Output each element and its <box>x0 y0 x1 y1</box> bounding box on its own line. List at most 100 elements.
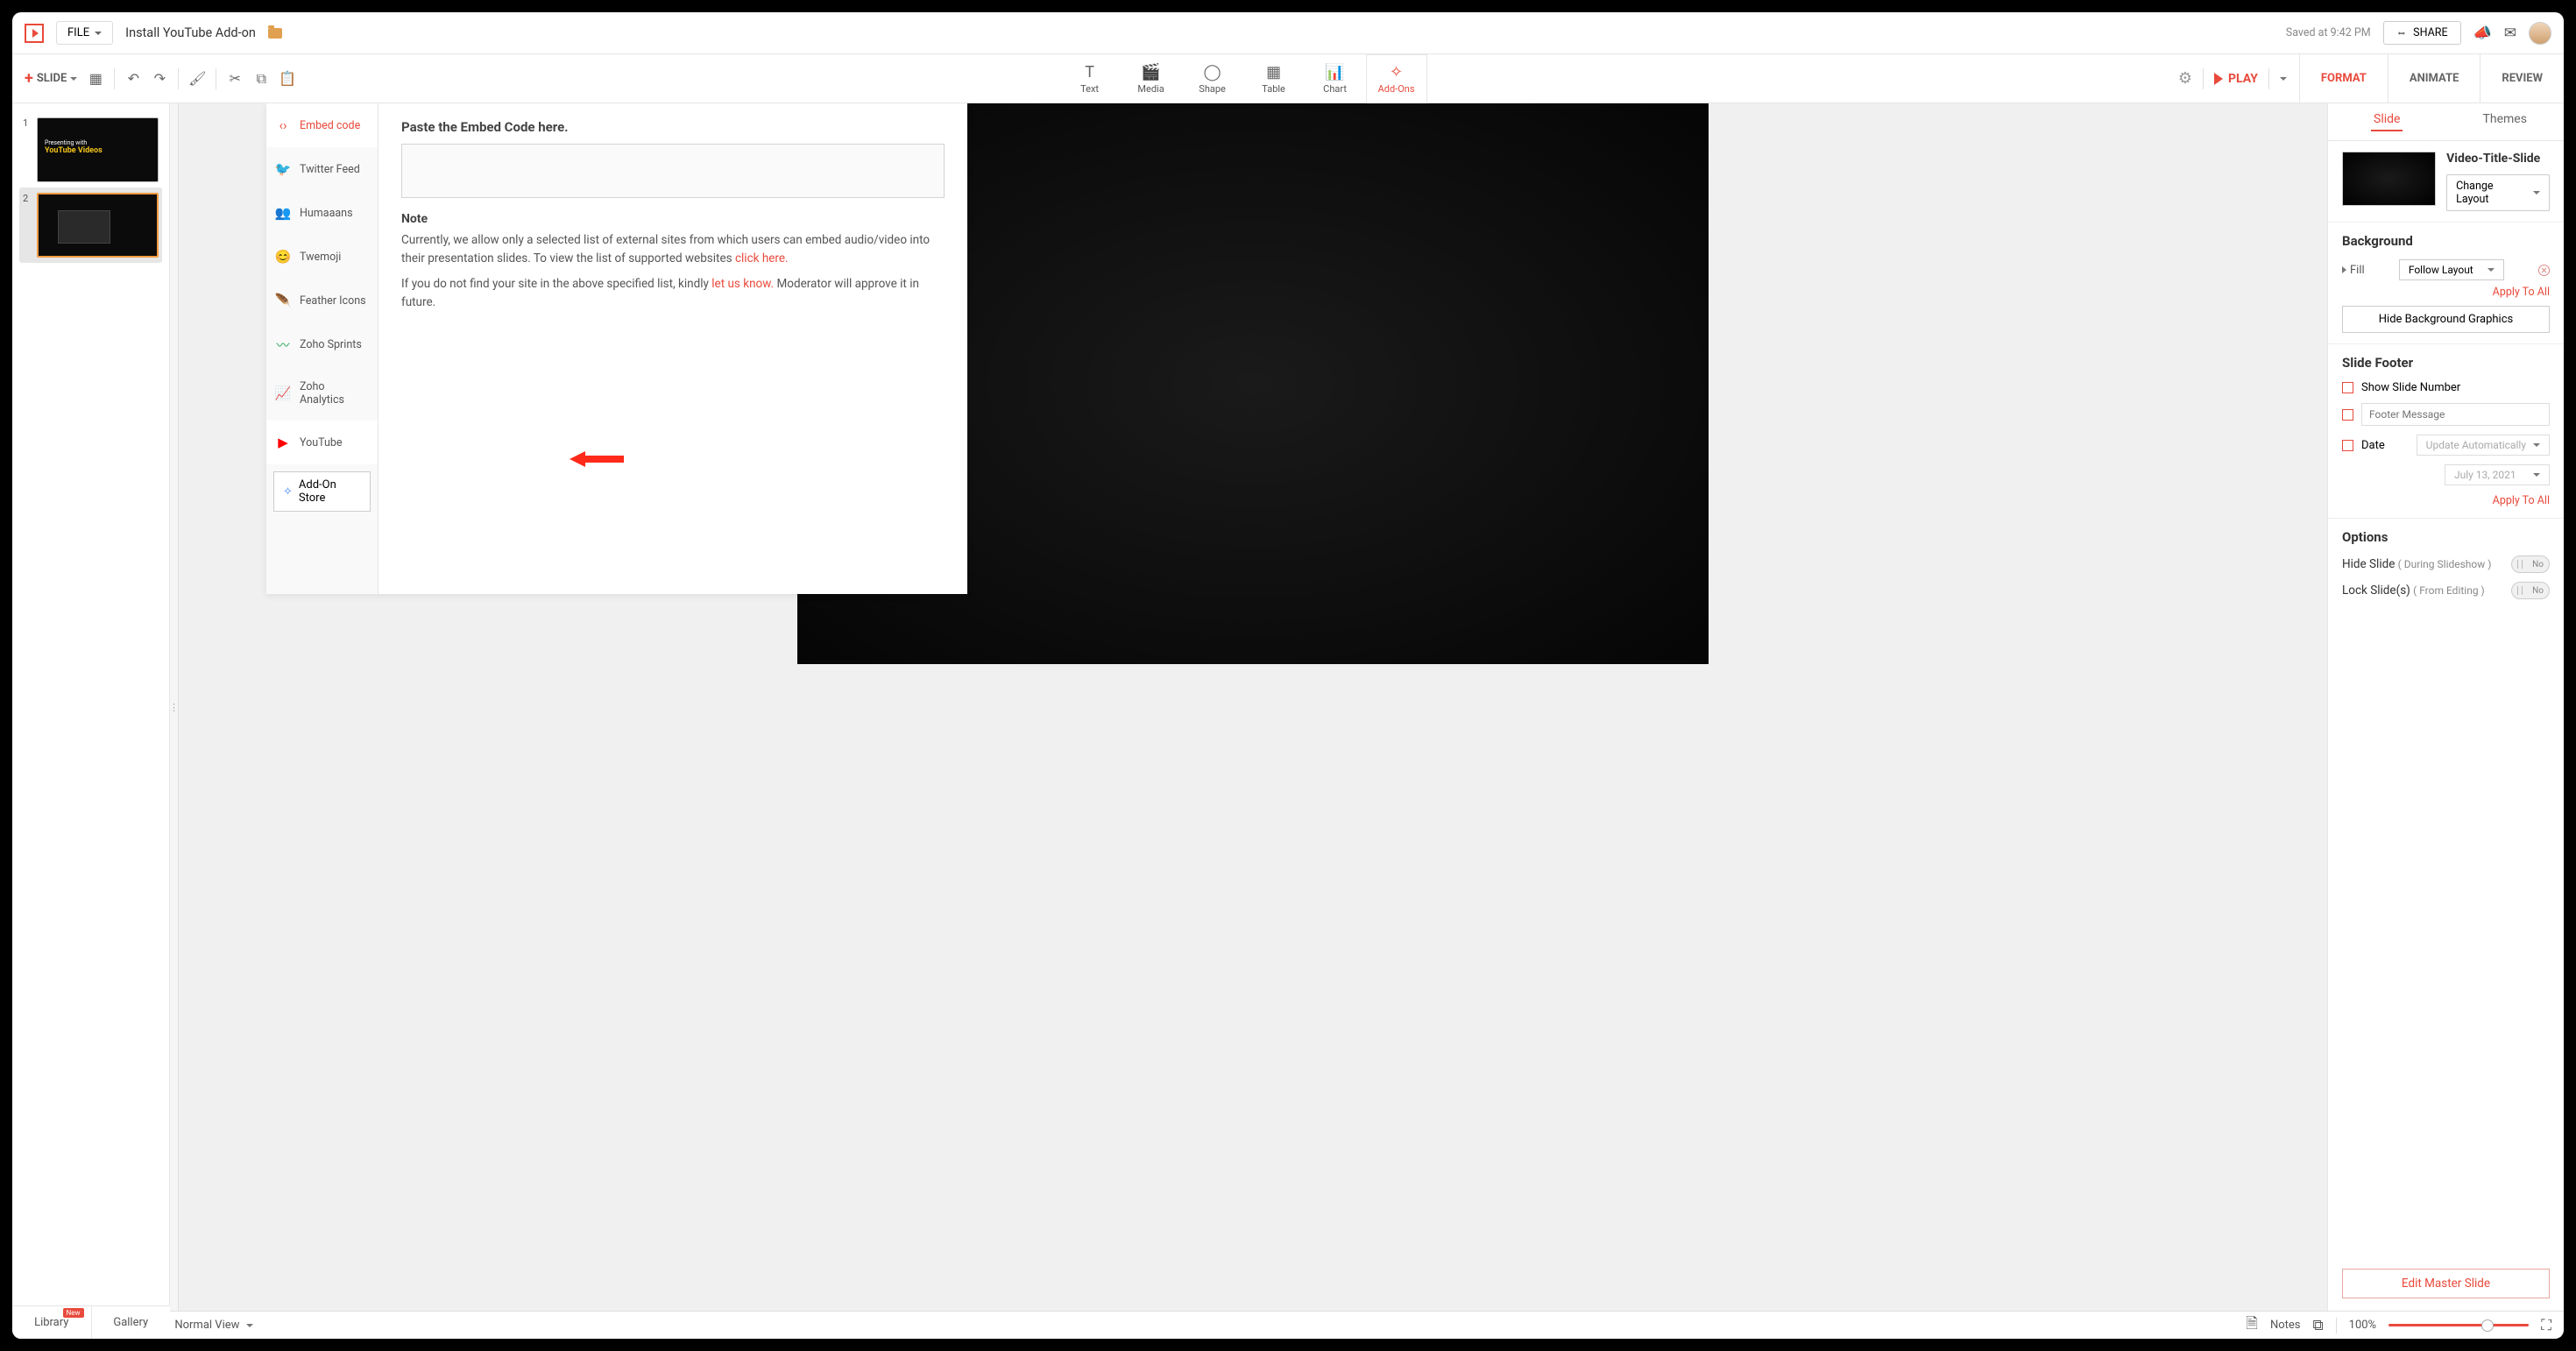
ribbon-table[interactable]: ▦Table <box>1243 54 1305 103</box>
fill-select[interactable]: Follow Layout <box>2399 259 2504 280</box>
change-layout-button[interactable]: Change Layout <box>2446 174 2550 211</box>
mail-icon[interactable]: ✉ <box>2504 25 2516 42</box>
addon-analytics[interactable]: 📈Zoho Analytics <box>266 366 378 421</box>
embed-heading: Paste the Embed Code here. <box>401 119 945 135</box>
ribbon-chart[interactable]: 📊Chart <box>1305 54 1366 103</box>
hide-bg-graphics-button[interactable]: Hide Background Graphics <box>2342 306 2550 333</box>
view-mode-select[interactable]: ▦Normal View <box>157 1319 253 1332</box>
addon-twemoji[interactable]: 😊Twemoji <box>266 235 378 279</box>
note-paragraph-1: Currently, we allow only a selected list… <box>401 231 945 268</box>
chevron-down-icon <box>2533 191 2540 195</box>
format-painter-icon[interactable]: 🖌 <box>189 71 205 87</box>
lock-slide-toggle[interactable]: No <box>2511 582 2550 599</box>
date-value-select: July 13, 2021 <box>2445 464 2550 485</box>
paste-icon[interactable]: 📋 <box>280 71 295 87</box>
addon-youtube[interactable]: ▶YouTube <box>266 421 378 464</box>
feather-icon: 🪶 <box>275 293 291 308</box>
chevron-down-icon <box>70 77 77 81</box>
play-dropdown-icon[interactable] <box>2280 77 2287 81</box>
shape-icon: ◯ <box>1204 63 1221 81</box>
layout-icon[interactable]: ▦ <box>88 71 103 87</box>
addon-twitter[interactable]: 🐦Twitter Feed <box>266 147 378 191</box>
slide-thumbnails: 1 Presenting withYouTube Videos 2 Librar… <box>12 103 170 1311</box>
slide-preview <box>2342 152 2436 206</box>
fit-screen-icon[interactable]: ⛶ <box>2541 1317 2551 1334</box>
addon-humaaans[interactable]: 👥Humaaans <box>266 191 378 235</box>
text-icon: T <box>1085 63 1094 81</box>
puzzle-icon: ✧ <box>1390 63 1403 81</box>
triangle-right-icon <box>2342 266 2346 273</box>
puzzle-icon: ✧ <box>283 485 293 499</box>
redo-icon[interactable]: ↷ <box>152 71 167 87</box>
document-title: Install YouTube Add-on <box>125 25 256 40</box>
addon-sprints[interactable]: 〰Zoho Sprints <box>266 322 378 366</box>
saved-status: Saved at 9:42 PM <box>2286 26 2371 39</box>
background-heading: Background <box>2342 233 2550 249</box>
zoom-level[interactable]: 100% <box>2349 1319 2376 1332</box>
ribbon-media[interactable]: 🎬Media <box>1121 54 1182 103</box>
subtab-themes[interactable]: Themes <box>2446 103 2565 140</box>
share-button[interactable]: ⇔ SHARE <box>2383 21 2461 45</box>
folder-icon[interactable] <box>268 28 282 39</box>
slide-thumbnail-2[interactable]: 2 <box>19 187 162 263</box>
addon-store-button[interactable]: ✧Add-On Store <box>273 471 371 512</box>
fill-label[interactable]: Fill <box>2342 264 2365 277</box>
footer-msg-input[interactable] <box>2361 403 2550 426</box>
footer-heading: Slide Footer <box>2342 355 2550 371</box>
tab-library[interactable]: LibraryNew <box>12 1306 92 1311</box>
show-number-checkbox[interactable] <box>2342 382 2353 393</box>
settings-icon[interactable]: ⚙ <box>2178 69 2192 88</box>
let-us-know-link[interactable]: let us know. <box>711 277 774 291</box>
twitter-icon: 🐦 <box>275 161 291 177</box>
footer-msg-checkbox[interactable] <box>2342 409 2353 421</box>
slide-thumbnail-1[interactable]: 1 Presenting withYouTube Videos <box>19 112 162 187</box>
youtube-icon: ▶ <box>275 435 291 450</box>
apply-to-all-footer[interactable]: Apply To All <box>2342 494 2550 507</box>
show-number-label: Show Slide Number <box>2361 381 2460 394</box>
tab-gallery[interactable]: Gallery <box>92 1306 171 1311</box>
slide-layout-name: Video-Title-Slide <box>2446 152 2550 166</box>
subtab-slide[interactable]: Slide <box>2328 103 2446 140</box>
clear-fill-icon[interactable] <box>2538 265 2550 276</box>
ruler-icon[interactable]: ⧉ <box>2313 1317 2324 1334</box>
ribbon-text[interactable]: TText <box>1059 54 1121 103</box>
tab-review[interactable]: REVIEW <box>2480 54 2564 103</box>
cut-icon[interactable]: ✂ <box>227 71 243 87</box>
copy-icon[interactable]: ⧉ <box>253 71 269 87</box>
undo-icon[interactable]: ↶ <box>125 71 141 87</box>
chart-icon: 📊 <box>1325 63 1344 81</box>
apply-to-all-bg[interactable]: Apply To All <box>2342 286 2550 299</box>
notes-button[interactable]: Notes <box>2270 1319 2301 1332</box>
share-icon: ⇔ <box>2396 26 2408 39</box>
embed-code-input[interactable] <box>401 144 945 198</box>
ribbon-shape[interactable]: ◯Shape <box>1182 54 1243 103</box>
table-icon: ▦ <box>1266 63 1281 81</box>
options-heading: Options <box>2342 529 2550 545</box>
ribbon-addons[interactable]: ✧Add-Ons <box>1366 54 1427 103</box>
add-slide-button[interactable]: + SLIDE <box>25 69 77 88</box>
addons-modal: ‹›Embed code 🐦Twitter Feed 👥Humaaans 😊Tw… <box>266 103 967 594</box>
addon-embed-code[interactable]: ‹›Embed code <box>266 103 378 147</box>
user-avatar[interactable] <box>2529 22 2551 45</box>
media-icon: 🎬 <box>1141 63 1160 81</box>
zoom-slider[interactable] <box>2388 1324 2529 1326</box>
click-here-link[interactable]: click here. <box>735 251 789 265</box>
megaphone-icon[interactable]: 📣 <box>2473 25 2492 42</box>
hide-slide-toggle[interactable]: No <box>2511 555 2550 573</box>
app-logo <box>25 24 44 43</box>
notes-icon[interactable]: 🗎 <box>2246 1312 2258 1338</box>
tab-format[interactable]: FORMAT <box>2300 54 2388 103</box>
date-checkbox[interactable] <box>2342 440 2353 451</box>
play-button[interactable]: PLAY <box>2214 72 2258 86</box>
file-menu[interactable]: FILE <box>56 21 113 45</box>
splitter-handle[interactable] <box>170 103 179 1311</box>
note-label: Note <box>401 212 945 226</box>
humaaans-icon: 👥 <box>275 205 291 221</box>
edit-master-slide-button[interactable]: Edit Master Slide <box>2342 1269 2550 1298</box>
new-badge: New <box>63 1308 84 1311</box>
addon-feather[interactable]: 🪶Feather Icons <box>266 279 378 322</box>
code-icon: ‹› <box>275 117 291 133</box>
date-label: Date <box>2361 439 2385 452</box>
tab-animate[interactable]: ANIMATE <box>2388 54 2481 103</box>
analytics-icon: 📈 <box>275 385 291 401</box>
